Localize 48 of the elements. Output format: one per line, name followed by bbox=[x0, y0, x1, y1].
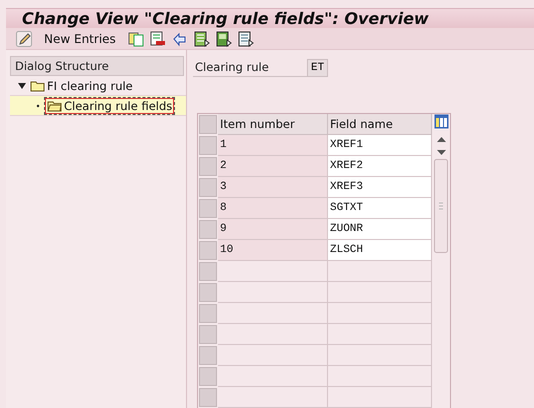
tree-item-label: FI clearing rule bbox=[47, 78, 133, 92]
row-selector[interactable] bbox=[199, 325, 217, 344]
tree-item-label: Clearing rule fields bbox=[64, 98, 172, 112]
row-selector[interactable] bbox=[199, 220, 217, 239]
row-selector[interactable] bbox=[199, 367, 217, 386]
table-cell: 9 bbox=[218, 219, 328, 240]
row-selector[interactable] bbox=[199, 199, 217, 218]
new-entries-button[interactable]: New Entries bbox=[38, 32, 122, 46]
row-selector[interactable] bbox=[199, 304, 217, 323]
expanded-triangle-icon[interactable] bbox=[18, 82, 26, 90]
row-selector[interactable] bbox=[199, 283, 217, 302]
folder-icon bbox=[47, 100, 62, 112]
scrollbar-thumb[interactable] bbox=[434, 159, 448, 253]
row-selector[interactable] bbox=[199, 178, 217, 197]
table-cell[interactable]: SGTXT bbox=[328, 198, 432, 219]
row-selector[interactable] bbox=[199, 262, 217, 281]
table-cell: 10 bbox=[218, 240, 328, 261]
table-cell: 8 bbox=[218, 198, 328, 219]
copy-icon[interactable] bbox=[128, 30, 144, 47]
row-selector[interactable] bbox=[199, 136, 217, 155]
table-cell[interactable]: XREF2 bbox=[328, 156, 432, 177]
table-cell[interactable]: ZLSCH bbox=[328, 240, 432, 261]
table-cell[interactable]: ZUONR bbox=[328, 219, 432, 240]
table-cell: 1 bbox=[218, 135, 328, 156]
tree-item[interactable]: Clearing rule fields bbox=[10, 96, 186, 116]
row-selector[interactable] bbox=[199, 157, 217, 176]
select-all-cell[interactable] bbox=[199, 115, 217, 134]
row-selector[interactable] bbox=[199, 346, 217, 365]
select-block-icon[interactable] bbox=[216, 30, 232, 47]
table-cell: 3 bbox=[218, 177, 328, 198]
delete-row-icon[interactable] bbox=[150, 30, 166, 47]
table-cell: 2 bbox=[218, 156, 328, 177]
scroll-up-icon[interactable] bbox=[436, 135, 446, 145]
row-selector[interactable] bbox=[199, 241, 217, 260]
table-cell[interactable]: XREF1 bbox=[328, 135, 432, 156]
value-field: ET bbox=[307, 58, 328, 76]
column-header[interactable]: Item number bbox=[218, 114, 328, 135]
panel-title: Dialog Structure bbox=[10, 56, 184, 76]
deselect-all-icon[interactable] bbox=[238, 30, 254, 47]
undo-icon[interactable] bbox=[172, 30, 188, 47]
window-title: Change View "Clearing rule fields": Overview bbox=[22, 9, 429, 28]
column-header[interactable]: Field name bbox=[328, 114, 432, 135]
pencil-icon[interactable] bbox=[16, 30, 32, 47]
column-settings-icon[interactable] bbox=[434, 114, 448, 129]
row-selector[interactable] bbox=[199, 388, 217, 407]
select-all-icon[interactable] bbox=[194, 30, 210, 47]
folder-icon bbox=[30, 80, 45, 92]
table-cell[interactable]: XREF3 bbox=[328, 177, 432, 198]
